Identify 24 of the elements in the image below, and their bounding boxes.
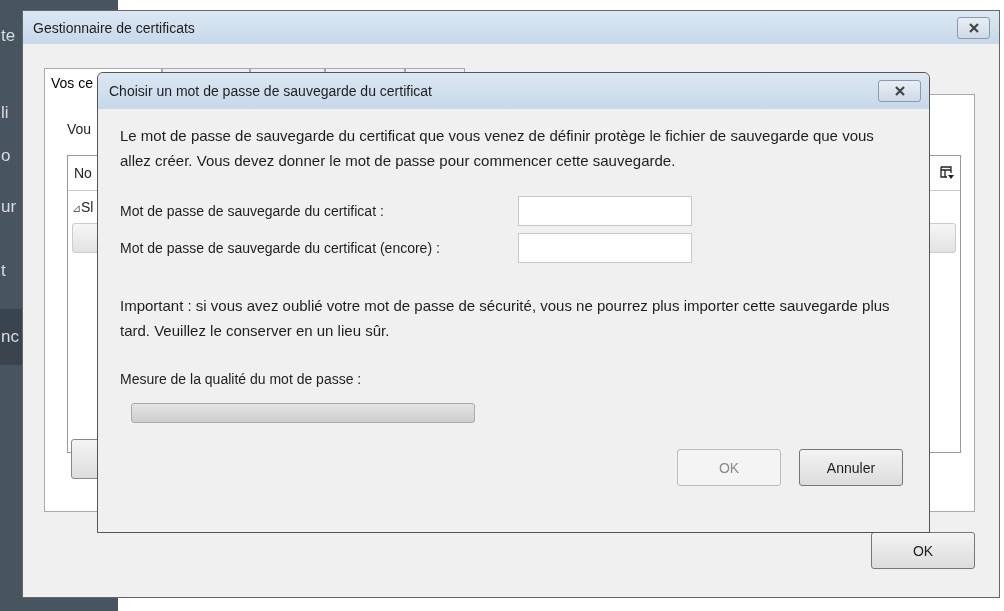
- cancel-button[interactable]: Annuler: [799, 449, 903, 486]
- sidebar-item[interactable]: li: [0, 95, 21, 131]
- quality-label: Mesure de la qualité du mot de passe :: [120, 371, 363, 387]
- ok-button[interactable]: OK: [871, 532, 975, 569]
- sidebar-item[interactable]: te: [0, 18, 21, 54]
- field-label: Mot de passe de sauvegarde du certificat (encore) :: [120, 240, 441, 256]
- window-title: Gestionnaire de certificats: [33, 19, 195, 36]
- sidebar-item[interactable]: o: [0, 138, 21, 174]
- column-picker-icon[interactable]: [940, 166, 954, 180]
- dialog-title: Choisir un mot de passe de sauvegarde du certificat: [109, 83, 432, 99]
- close-icon: [893, 86, 906, 96]
- close-button[interactable]: [957, 16, 990, 39]
- password-field[interactable]: [518, 196, 692, 226]
- warning-text: Important : si vous avez oublié votre mot de passe de sécurité, vous ne pourrez plus importer cette sauvegarde plus tard. Veuillez le conserver en un lieu sûr.: [120, 296, 891, 341]
- panel-text: Vou: [67, 121, 92, 139]
- sidebar-item[interactable]: nc: [0, 309, 22, 365]
- intro-text: Le mot de passe de sauvegarde du certificat que vous venez de définir protège le fichier de sauvegarde que vous allez créer. Vous devez donner le mot de passe pour commencer cette sauvegarde.: [120, 126, 875, 171]
- password-field[interactable]: [518, 233, 692, 263]
- field-label: Mot de passe de sauvegarde du certificat :: [120, 203, 385, 219]
- sidebar-item[interactable]: t: [0, 253, 21, 289]
- sidebar-item[interactable]: ur: [0, 189, 21, 225]
- column-header[interactable]: No: [74, 165, 92, 181]
- close-icon: [967, 22, 980, 33]
- close-button[interactable]: [878, 80, 921, 102]
